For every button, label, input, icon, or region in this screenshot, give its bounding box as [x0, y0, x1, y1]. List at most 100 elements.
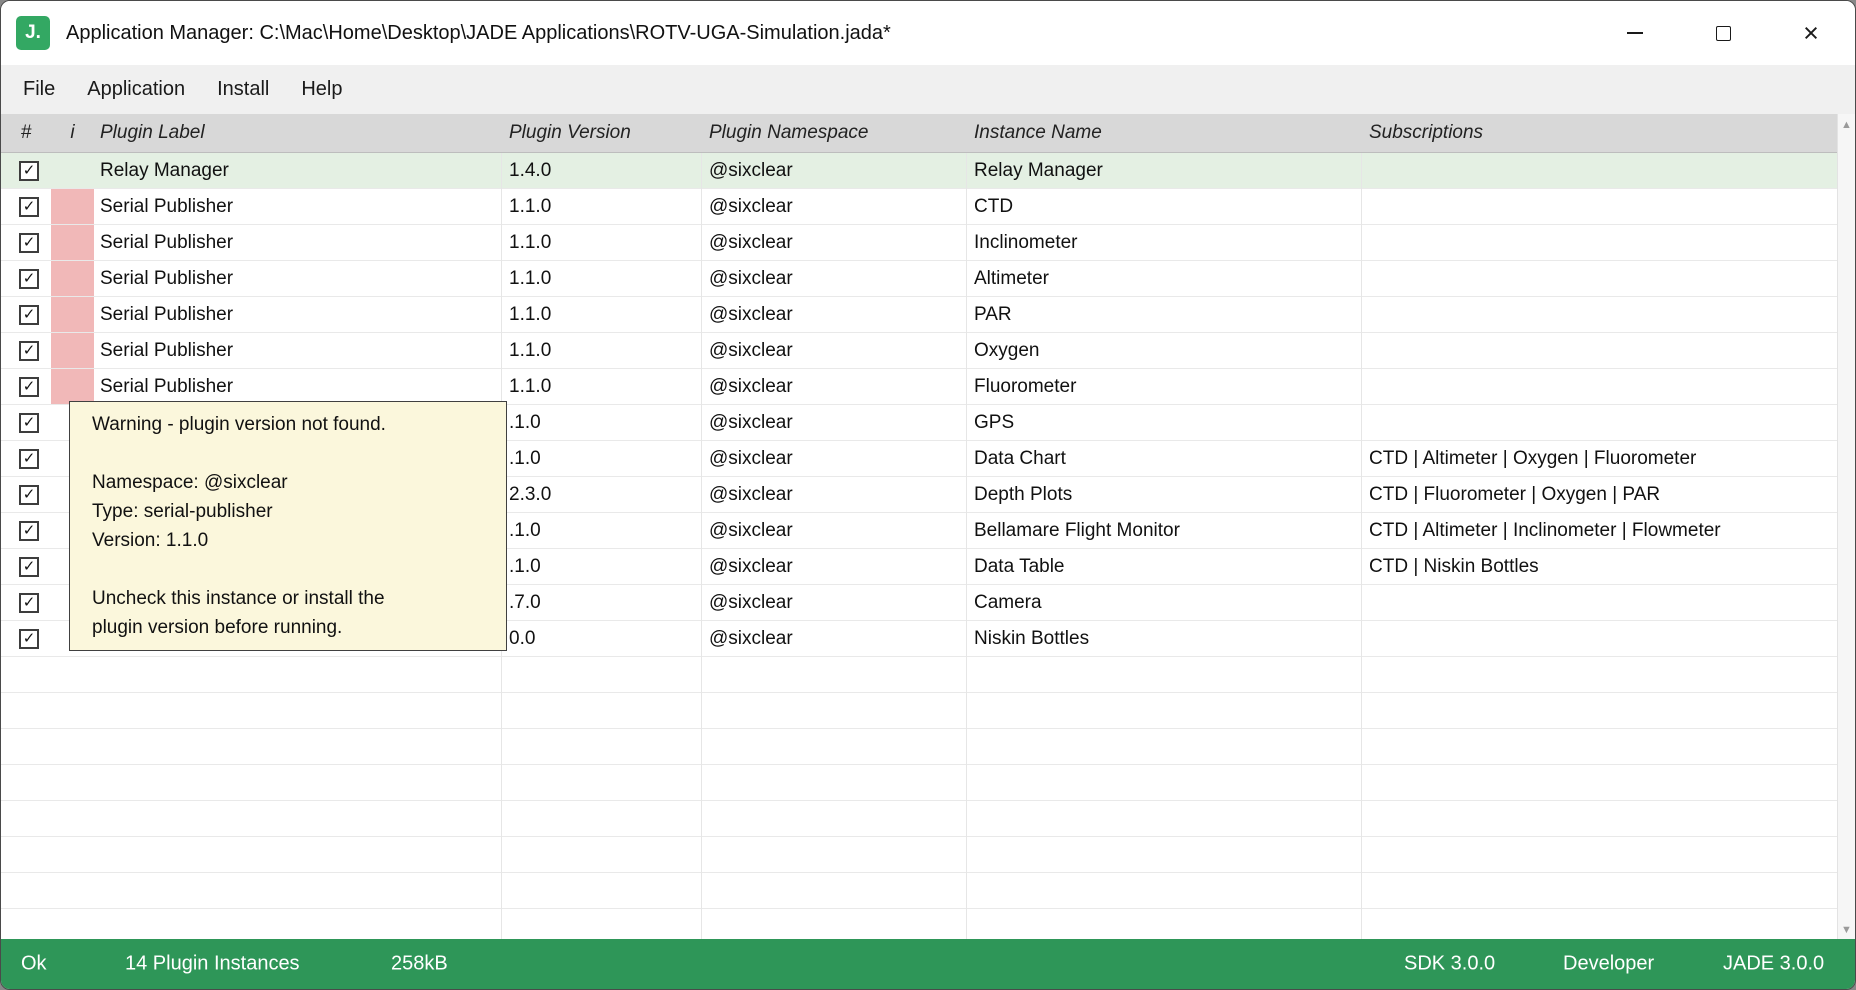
row-checkbox-cell: ✓: [1, 629, 51, 649]
column-divider: [1361, 153, 1362, 941]
row-instance-name: Altimeter: [966, 268, 1361, 290]
column-divider: [701, 153, 702, 941]
row-plugin-namespace: @sixclear: [701, 628, 966, 650]
row-instance-name: Depth Plots: [966, 484, 1361, 506]
minimize-icon: [1627, 32, 1643, 34]
row-plugin-namespace: @sixclear: [701, 340, 966, 362]
row-checkbox[interactable]: ✓: [19, 161, 39, 181]
menu-item-install[interactable]: Install: [201, 65, 285, 114]
row-instance-name: Fluorometer: [966, 376, 1361, 398]
row-checkbox[interactable]: ✓: [19, 341, 39, 361]
row-checkbox[interactable]: ✓: [19, 593, 39, 613]
table-header: # i Plugin Label Plugin Version Plugin N…: [1, 114, 1838, 153]
row-plugin-version: 1.1.0: [501, 376, 701, 398]
row-instance-name: Inclinometer: [966, 232, 1361, 254]
row-plugin-version: .1.0: [501, 448, 701, 470]
table-row[interactable]: ✓Serial Publisher1.1.0@sixclearInclinome…: [1, 225, 1838, 261]
row-checkbox[interactable]: ✓: [19, 377, 39, 397]
row-warning-indicator: [51, 297, 94, 332]
header-subscriptions: Subscriptions: [1361, 122, 1838, 144]
row-instance-name: Data Table: [966, 556, 1361, 578]
row-checkbox[interactable]: ✓: [19, 233, 39, 253]
row-checkbox-cell: ✓: [1, 593, 51, 613]
row-checkbox-cell: ✓: [1, 341, 51, 361]
row-plugin-namespace: @sixclear: [701, 412, 966, 434]
table-row[interactable]: ✓ Serial Publisher1.1.0@sixclearOxygen: [1, 333, 1838, 369]
app-logo-icon: J.: [16, 16, 50, 50]
header-instance-name: Instance Name: [966, 122, 1361, 144]
header-plugin-version: Plugin Version: [501, 122, 701, 144]
scroll-up-icon[interactable]: ▲: [1838, 114, 1855, 136]
minimize-button[interactable]: [1591, 1, 1679, 65]
row-checkbox[interactable]: ✓: [19, 269, 39, 289]
row-plugin-label: Serial Publisher: [94, 340, 501, 362]
row-checkbox[interactable]: ✓: [19, 197, 39, 217]
row-plugin-version: 1.1.0: [501, 340, 701, 362]
row-subscriptions: CTD | Niskin Bottles: [1361, 556, 1838, 578]
row-plugin-namespace: @sixclear: [701, 268, 966, 290]
row-subscriptions: CTD | Altimeter | Oxygen | Fluorometer: [1361, 448, 1838, 470]
menu-item-application[interactable]: Application: [71, 65, 201, 114]
row-plugin-version: .1.0: [501, 520, 701, 542]
row-checkbox[interactable]: ✓: [19, 629, 39, 649]
tooltip-line: Namespace: @sixclear: [92, 468, 496, 497]
row-checkbox-cell: ✓: [1, 269, 51, 289]
row-plugin-version: 1.1.0: [501, 304, 701, 326]
header-checkbox-column: #: [1, 122, 51, 144]
row-plugin-version: .1.0: [501, 556, 701, 578]
row-plugin-version: 1.1.0: [501, 196, 701, 218]
row-instance-name: Data Chart: [966, 448, 1361, 470]
row-checkbox[interactable]: ✓: [19, 557, 39, 577]
column-divider: [966, 153, 967, 941]
row-warning-indicator: [51, 225, 94, 260]
table-row[interactable]: ✓Serial Publisher1.1.0@sixclearCTD: [1, 189, 1838, 225]
row-plugin-version: .7.0: [501, 592, 701, 614]
row-checkbox-cell: ✓: [1, 485, 51, 505]
row-checkbox[interactable]: ✓: [19, 305, 39, 325]
tooltip-line: plugin version before running.: [92, 613, 496, 642]
window-title: Application Manager: C:\Mac\Home\Desktop…: [66, 22, 891, 45]
status-sdk-version: SDK 3.0.0: [1404, 953, 1495, 976]
title-bar: J. Application Manager: C:\Mac\Home\Desk…: [1, 1, 1855, 65]
tooltip-line: [92, 439, 496, 468]
status-plugin-instances: 14 Plugin Instances: [125, 953, 300, 976]
tooltip-line: Version: 1.1.0: [92, 526, 496, 555]
tooltip-line: [92, 555, 496, 584]
row-checkbox-cell: ✓: [1, 377, 51, 397]
scroll-down-icon[interactable]: ▼: [1838, 919, 1855, 941]
row-checkbox[interactable]: ✓: [19, 521, 39, 541]
vertical-scrollbar[interactable]: ▲ ▼: [1837, 114, 1855, 941]
row-checkbox-cell: ✓: [1, 557, 51, 577]
header-plugin-namespace: Plugin Namespace: [701, 122, 966, 144]
menu-bar: FileApplicationInstallHelp: [1, 65, 1855, 114]
row-warning-indicator: [51, 369, 94, 404]
row-plugin-version: 2.3.0: [501, 484, 701, 506]
row-checkbox[interactable]: ✓: [19, 413, 39, 433]
close-button[interactable]: ×: [1767, 1, 1855, 65]
row-plugin-namespace: @sixclear: [701, 520, 966, 542]
table-row[interactable]: ✓Serial Publisher1.1.0@sixclearPAR: [1, 297, 1838, 333]
table-empty-area: [1, 657, 1838, 941]
row-plugin-label: Serial Publisher: [94, 232, 501, 254]
row-warning-indicator: [51, 189, 94, 224]
row-checkbox[interactable]: ✓: [19, 449, 39, 469]
row-instance-name: Oxygen: [966, 340, 1361, 362]
status-bar: Ok 14 Plugin Instances 258kB SDK 3.0.0 D…: [1, 939, 1855, 989]
menu-item-file[interactable]: File: [7, 65, 71, 114]
table-row[interactable]: ✓Serial Publisher1.1.0@sixclearFluoromet…: [1, 369, 1838, 405]
maximize-button[interactable]: [1679, 1, 1767, 65]
row-checkbox-cell: ✓: [1, 449, 51, 469]
row-plugin-label: Serial Publisher: [94, 196, 501, 218]
menu-item-help[interactable]: Help: [285, 65, 358, 114]
row-checkbox[interactable]: ✓: [19, 485, 39, 505]
row-instance-name: GPS: [966, 412, 1361, 434]
table-row[interactable]: ✓Relay Manager1.4.0@sixclearRelay Manage…: [1, 153, 1838, 189]
table-row[interactable]: ✓Serial Publisher1.1.0@sixclearAltimeter: [1, 261, 1838, 297]
status-size: 258kB: [391, 953, 448, 976]
row-plugin-version: 1.4.0: [501, 160, 701, 182]
close-icon: ×: [1803, 20, 1819, 47]
window-controls: ×: [1591, 1, 1855, 65]
tooltip-line: Warning - plugin version not found.: [92, 410, 496, 439]
header-plugin-label: Plugin Label: [94, 122, 501, 144]
row-instance-name: Camera: [966, 592, 1361, 614]
